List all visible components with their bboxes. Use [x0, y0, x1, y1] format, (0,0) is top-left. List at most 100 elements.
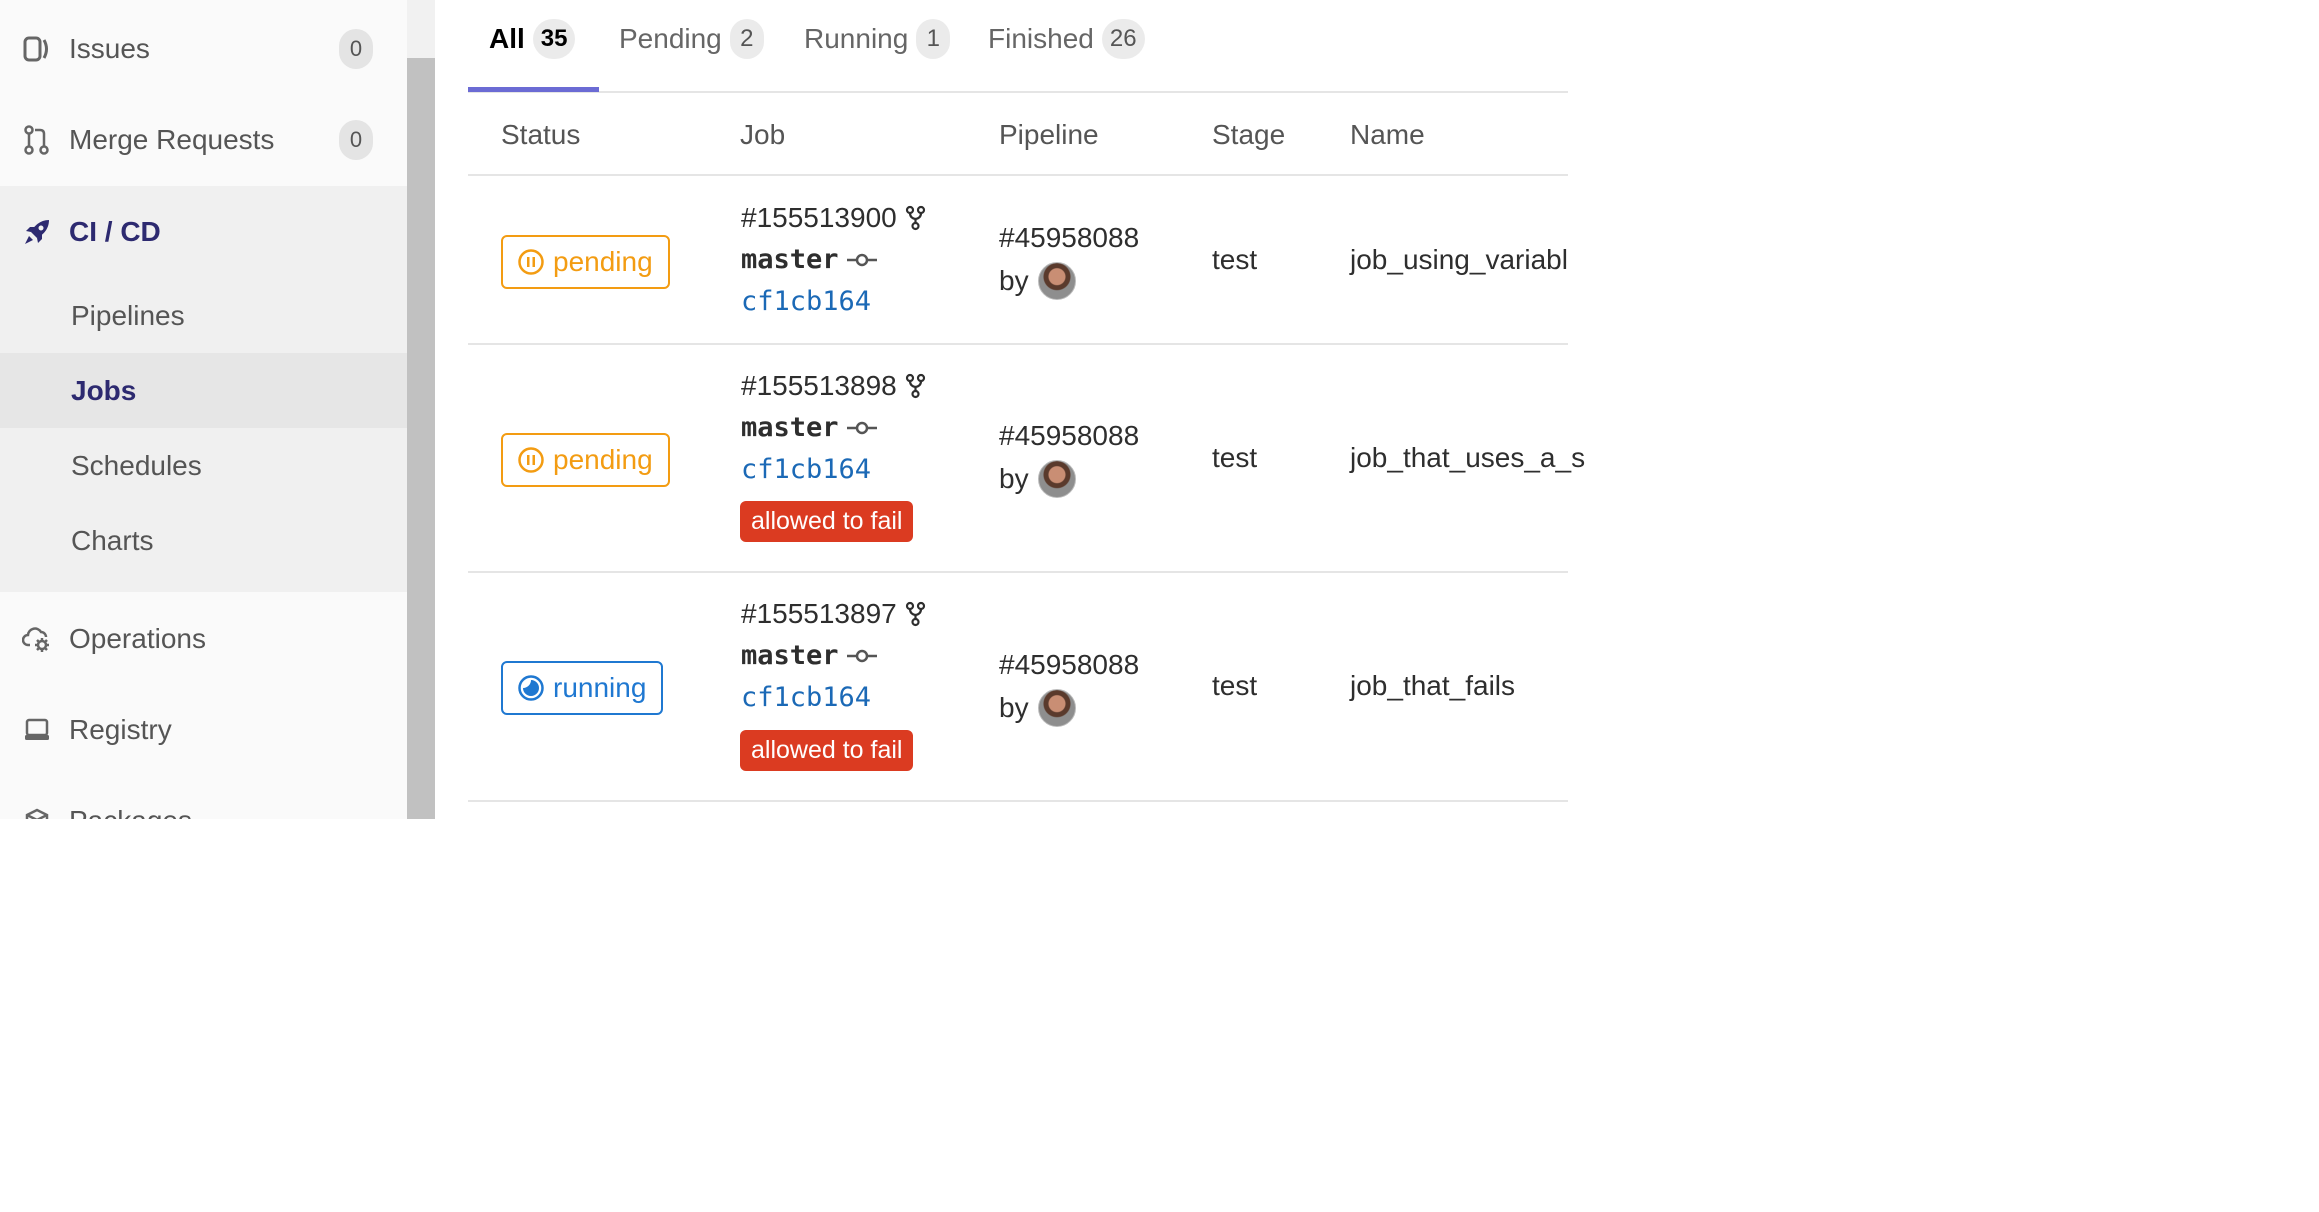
sidebar-item-issues[interactable]: Issues 0 — [0, 4, 407, 94]
pause-icon — [518, 249, 544, 275]
sidebar-item-pipelines[interactable]: Pipelines — [0, 278, 407, 353]
branch-link[interactable]: master — [741, 412, 877, 443]
job-id-text: #155513897 — [741, 598, 897, 629]
sidebar-item-label: CI / CD — [69, 216, 161, 247]
job-name-cell: job_that_fails — [1350, 670, 1516, 701]
avatar[interactable] — [1037, 460, 1076, 498]
tab-label: Finished — [988, 23, 1094, 54]
issues-icon — [22, 34, 52, 64]
allowed-to-fail-badge: allowed to fail — [740, 730, 914, 771]
pause-icon — [518, 447, 544, 473]
branch-link[interactable]: master — [741, 640, 877, 671]
status-badge[interactable]: pending — [501, 235, 670, 289]
commit-icon — [846, 649, 877, 662]
tab-pending[interactable]: Pending 2 — [619, 16, 764, 62]
stage-cell: test — [1212, 244, 1258, 275]
tab-all[interactable]: All 35 — [489, 16, 576, 62]
tab-label: Pending — [619, 23, 722, 54]
branch-link[interactable]: master — [741, 244, 877, 275]
commit-sha-link[interactable]: cf1cb164 — [741, 682, 871, 713]
sidebar-item-label: Pipelines — [71, 299, 185, 331]
job-id-link[interactable]: #155513900 — [741, 202, 927, 234]
tab-count-badge: 26 — [1101, 19, 1145, 59]
sidebar-scrollbar-thumb[interactable] — [407, 58, 435, 819]
sidebar-item-charts[interactable]: Charts — [0, 503, 407, 578]
sidebar-item-jobs[interactable]: Jobs — [0, 353, 407, 428]
column-header-pipeline: Pipeline — [999, 119, 1099, 150]
branch-name: master — [741, 640, 839, 671]
rocket-icon — [22, 217, 52, 247]
allowed-to-fail-badge: allowed to fail — [740, 501, 914, 542]
sidebar-item-schedules[interactable]: Schedules — [0, 428, 407, 503]
active-tab-indicator — [468, 87, 599, 92]
fork-icon — [905, 373, 925, 399]
jobs-tabs: All 35 Pending 2 Running 1 Finished 26 — [468, 0, 1568, 93]
triggered-by: by — [999, 689, 1076, 727]
column-header-name: Name — [1350, 119, 1425, 150]
job-id-text: #155513900 — [741, 202, 897, 233]
table-row: pending #155513900 master cf1cb164 #4595… — [468, 176, 1568, 345]
sidebar-item-label: Schedules — [71, 449, 202, 481]
merge-request-icon — [22, 125, 52, 155]
sidebar-item-label: Merge Requests — [69, 124, 275, 155]
status-badge[interactable]: running — [501, 661, 664, 715]
stage-cell: test — [1212, 442, 1258, 473]
job-id-link[interactable]: #155513897 — [741, 598, 927, 630]
sidebar-item-label: Registry — [69, 714, 172, 745]
sidebar-item-label: Charts — [71, 524, 154, 556]
job-id-link[interactable]: #155513898 — [741, 370, 927, 402]
column-header-status: Status — [501, 119, 581, 150]
sidebar: Issues 0 Merge Requests 0 CI / CD Pipeli… — [0, 0, 407, 819]
pipeline-id-link[interactable]: #45958088 — [999, 649, 1139, 681]
running-icon — [518, 675, 544, 701]
sidebar-item-merge-requests[interactable]: Merge Requests 0 — [0, 95, 407, 185]
triggered-by: by — [999, 460, 1076, 498]
commit-sha-link[interactable]: cf1cb164 — [741, 286, 871, 317]
tab-count-badge: 1 — [916, 19, 951, 59]
container-icon — [22, 715, 52, 745]
table-header: Status Job Pipeline Stage Name — [468, 93, 1568, 176]
status-badge[interactable]: pending — [501, 433, 670, 487]
sidebar-item-operations[interactable]: Operations — [0, 594, 407, 684]
commit-sha-link[interactable]: cf1cb164 — [741, 454, 871, 485]
by-label: by — [999, 265, 1029, 296]
sidebar-item-label: Packages — [69, 805, 192, 819]
column-header-stage: Stage — [1212, 119, 1286, 150]
sidebar-item-label: Operations — [69, 623, 206, 654]
by-label: by — [999, 692, 1029, 723]
avatar[interactable] — [1037, 689, 1076, 727]
branch-name: master — [741, 244, 839, 275]
pipeline-id-link[interactable]: #45958088 — [999, 420, 1139, 452]
by-label: by — [999, 463, 1029, 494]
status-label: pending — [553, 246, 653, 277]
merge-requests-count-badge: 0 — [339, 120, 373, 160]
fork-icon — [905, 205, 925, 231]
commit-icon — [846, 421, 877, 434]
triggered-by: by — [999, 262, 1076, 300]
sidebar-item-registry[interactable]: Registry — [0, 685, 407, 775]
sidebar-item-packages[interactable]: Packages — [0, 776, 407, 819]
tab-label: All — [489, 23, 525, 54]
job-name-cell: job_using_variabl — [1350, 244, 1568, 275]
commit-icon — [846, 253, 877, 266]
tab-count-badge: 2 — [729, 19, 764, 59]
status-label: running — [553, 672, 647, 703]
pipeline-id-link[interactable]: #45958088 — [999, 222, 1139, 254]
column-header-job: Job — [740, 119, 786, 150]
sidebar-item-cicd[interactable]: CI / CD — [0, 186, 407, 278]
avatar[interactable] — [1037, 262, 1076, 300]
package-icon — [22, 806, 52, 819]
job-name-cell: job_that_uses_a_s — [1350, 442, 1586, 473]
sidebar-group-cicd: CI / CD Pipelines Jobs Schedules Charts — [0, 186, 407, 592]
sidebar-item-label: Issues — [69, 33, 150, 64]
table-row: pending #155513898 master cf1cb164 allow… — [468, 345, 1585, 573]
stage-cell: test — [1212, 670, 1258, 701]
table-row: running #155513897 master cf1cb164 allow… — [468, 573, 1568, 802]
tab-finished[interactable]: Finished 26 — [988, 16, 1145, 62]
cloud-gear-icon — [22, 624, 52, 654]
sidebar-item-label: Jobs — [71, 374, 137, 406]
job-id-text: #155513898 — [741, 370, 897, 401]
branch-name: master — [741, 412, 839, 443]
tab-running[interactable]: Running 1 — [804, 16, 951, 62]
tab-label: Running — [804, 23, 909, 54]
